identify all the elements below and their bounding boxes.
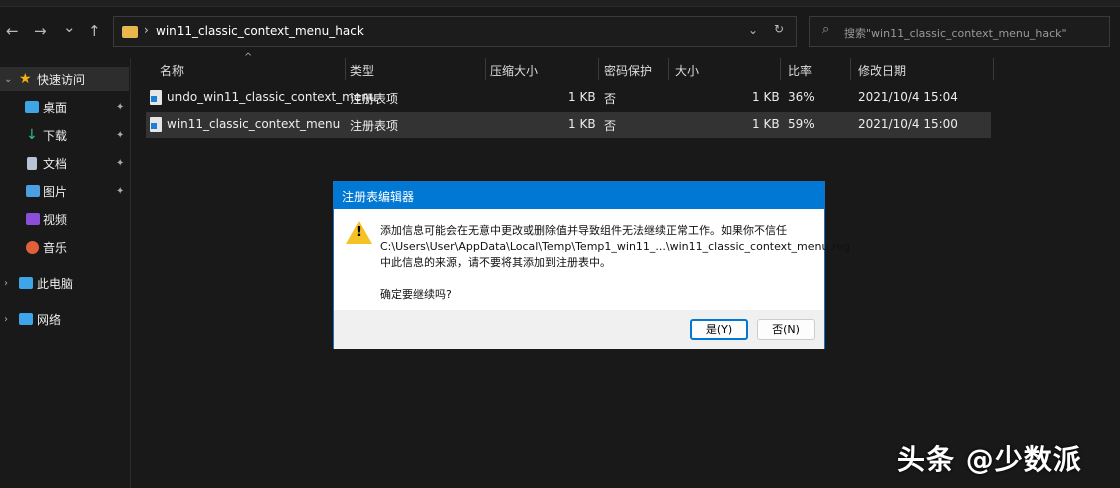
watermark: 头条 @少数派 xyxy=(897,443,1082,476)
chevron-down-icon[interactable]: ⌄ xyxy=(748,23,758,37)
dialog-message: 添加信息可能会在无意中更改或删除值并导致组件无法继续正常工作。如果你不信任 C:… xyxy=(380,223,850,303)
file-packed-size: 1 KB xyxy=(568,90,596,104)
registry-file-icon xyxy=(150,117,162,132)
file-name: undo_win11_classic_context_menu xyxy=(167,90,377,104)
column-header-packed-size[interactable]: 压缩大小 xyxy=(490,62,538,84)
column-header-size[interactable]: 大小 xyxy=(675,62,699,84)
refresh-icon[interactable]: ↻ xyxy=(774,22,784,36)
file-packed-size: 1 KB xyxy=(568,117,596,131)
star-icon: ★ xyxy=(19,71,32,87)
yes-button[interactable]: 是(Y) xyxy=(690,319,748,340)
file-row-selected[interactable]: win11_classic_context_menu 注册表项 1 KB 否 1… xyxy=(146,112,991,138)
column-resize-handle[interactable] xyxy=(485,58,486,80)
file-modified: 2021/10/4 15:04 xyxy=(858,90,958,104)
network-icon xyxy=(19,313,33,325)
sidebar-item-label: 此电脑 xyxy=(37,276,74,291)
registry-file-icon xyxy=(150,90,162,105)
file-row[interactable]: undo_win11_classic_context_menu 注册表项 1 K… xyxy=(146,85,991,111)
file-protected: 否 xyxy=(604,119,617,133)
computer-icon xyxy=(19,277,33,289)
chevron-right-icon[interactable]: › xyxy=(4,314,8,325)
sidebar-item-network[interactable]: › 网络 xyxy=(0,307,129,331)
sidebar-item-desktop[interactable]: 桌面 ✦ xyxy=(0,95,129,119)
column-header-ratio[interactable]: 比率 xyxy=(788,62,812,84)
column-resize-handle[interactable] xyxy=(780,58,781,80)
sidebar-item-label: 下载 xyxy=(43,128,68,143)
column-resize-handle[interactable] xyxy=(345,58,346,80)
sidebar-item-label: 桌面 xyxy=(43,100,68,115)
music-icon xyxy=(26,240,39,254)
column-header-protected[interactable]: 密码保护 xyxy=(604,62,652,84)
desktop-icon xyxy=(25,101,39,113)
message-line: 添加信息可能会在无意中更改或删除值并导致组件无法继续正常工作。如果你不信任 xyxy=(380,224,787,237)
pin-icon[interactable]: ✦ xyxy=(116,158,124,169)
breadcrumb-path[interactable]: win11_classic_context_menu_hack xyxy=(156,24,364,38)
file-size: 1 KB xyxy=(752,90,780,104)
dialog-footer: 是(Y) 否(N) xyxy=(334,310,824,349)
sidebar-item-label: 快速访问 xyxy=(37,72,86,87)
search-icon: ⌕ xyxy=(822,22,830,37)
column-resize-handle[interactable] xyxy=(993,58,994,80)
column-header-name[interactable]: 名称 xyxy=(160,62,184,84)
document-icon xyxy=(27,156,37,170)
sidebar-item-music[interactable]: 音乐 xyxy=(0,235,129,259)
pictures-icon xyxy=(26,185,40,197)
sort-ascending-icon: ^ xyxy=(244,52,253,63)
column-header-modified[interactable]: 修改日期 xyxy=(858,62,906,84)
pin-icon[interactable]: ✦ xyxy=(116,186,124,197)
forward-button[interactable]: → xyxy=(34,22,47,40)
pin-icon[interactable]: ✦ xyxy=(116,102,124,113)
file-name: win11_classic_context_menu xyxy=(167,117,341,131)
search-input[interactable]: ⌕ 搜索"win11_classic_context_menu_hack" xyxy=(809,16,1110,47)
sidebar-item-label: 网络 xyxy=(37,312,62,327)
chevron-right-icon[interactable]: › xyxy=(4,278,8,289)
videos-icon xyxy=(26,213,40,225)
file-ratio: 59% xyxy=(788,117,815,131)
sidebar-divider xyxy=(130,58,131,488)
warning-glyph: ! xyxy=(356,225,362,240)
column-resize-handle[interactable] xyxy=(850,58,851,80)
pin-icon[interactable]: ✦ xyxy=(116,130,124,141)
file-type: 注册表项 xyxy=(350,119,399,133)
address-bar[interactable]: › win11_classic_context_menu_hack ⌄ ↻ xyxy=(113,16,797,47)
title-bar xyxy=(0,0,1120,7)
registry-editor-dialog: 注册表编辑器 ! 添加信息可能会在无意中更改或删除值并导致组件无法继续正常工作。… xyxy=(333,181,850,349)
dialog-question: 确定要继续吗? xyxy=(380,288,452,301)
file-size: 1 KB xyxy=(752,117,780,131)
sidebar-item-videos[interactable]: 视频 xyxy=(0,207,129,231)
sidebar-item-label: 图片 xyxy=(43,184,68,199)
up-button[interactable]: ↑ xyxy=(88,22,101,40)
file-modified: 2021/10/4 15:00 xyxy=(858,117,958,131)
column-resize-handle[interactable] xyxy=(668,58,669,80)
sidebar-item-documents[interactable]: 文档 ✦ xyxy=(0,151,129,175)
recent-locations-button[interactable]: ⌄ xyxy=(63,18,76,36)
column-header-type[interactable]: 类型 xyxy=(350,62,374,84)
message-line: 中此信息的来源，请不要将其添加到注册表中。 xyxy=(380,256,611,269)
back-button[interactable]: ← xyxy=(6,22,19,40)
search-placeholder: 搜索"win11_classic_context_menu_hack" xyxy=(844,27,1067,40)
file-type: 注册表项 xyxy=(350,92,399,106)
sidebar-item-pictures[interactable]: 图片 ✦ xyxy=(0,179,129,203)
sidebar-item-label: 文档 xyxy=(43,156,68,171)
file-ratio: 36% xyxy=(788,90,815,104)
column-resize-handle[interactable] xyxy=(598,58,599,80)
navigation-pane: ⌄ ★ 快速访问 桌面 ✦ ↓ 下载 ✦ 文档 ✦ 图片 ✦ 视频 音乐 › 此… xyxy=(0,64,130,488)
chevron-down-icon[interactable]: ⌄ xyxy=(4,74,12,85)
breadcrumb-chevron-icon[interactable]: › xyxy=(144,23,149,37)
download-icon: ↓ xyxy=(26,127,38,143)
sidebar-item-label: 音乐 xyxy=(43,240,68,255)
file-protected: 否 xyxy=(604,92,617,106)
warning-icon: ! xyxy=(346,221,372,244)
sidebar-item-label: 视频 xyxy=(43,212,68,227)
dialog-title: 注册表编辑器 xyxy=(334,182,824,209)
sidebar-item-downloads[interactable]: ↓ 下载 ✦ xyxy=(0,123,129,147)
sidebar-item-quick-access[interactable]: ⌄ ★ 快速访问 xyxy=(0,67,129,91)
no-button[interactable]: 否(N) xyxy=(757,319,815,340)
folder-icon xyxy=(122,26,138,38)
message-line: C:\Users\User\AppData\Local\Temp\Temp1_w… xyxy=(380,240,850,253)
sidebar-item-this-pc[interactable]: › 此电脑 xyxy=(0,271,129,295)
